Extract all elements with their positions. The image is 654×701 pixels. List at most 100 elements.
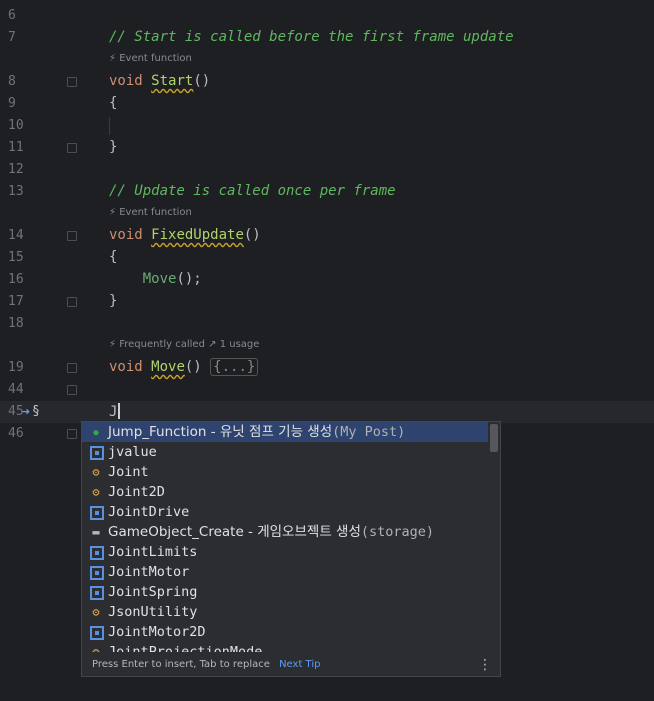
completion-label: JsonUtility xyxy=(108,604,198,620)
completion-item[interactable]: ▬ GameObject_Create - 게임오브젝트 생성(storage) xyxy=(82,522,488,542)
completion-item[interactable]: jvalue xyxy=(82,442,488,462)
completion-item[interactable]: JointLimits xyxy=(82,542,488,562)
completion-popup[interactable]: ✸ Jump_Function - 유닛 점프 기능 생성(My Post) jva… xyxy=(81,421,501,677)
indent-guide xyxy=(109,117,110,135)
class-icon: ⚙ xyxy=(92,605,100,619)
inlay-hint-line[interactable]: ⚡ Event function xyxy=(0,203,654,225)
code-line[interactable]: 7 // Start is called before the first fra… xyxy=(0,27,654,49)
completion-label: Joint2D xyxy=(108,484,165,500)
code-text: void FixedUpdate() xyxy=(109,227,261,243)
line-number: 16 xyxy=(8,272,24,287)
completion-footer: Press Enter to insert, Tab to replace Ne… xyxy=(82,654,500,676)
completion-item[interactable]: ✸ Jump_Function - 유닛 점프 기능 생성(My Post) xyxy=(82,422,488,442)
completion-item[interactable]: JointDrive xyxy=(82,502,488,522)
inlay-hint[interactable]: ⚡ Frequently called ↗ 1 usage xyxy=(109,339,259,350)
code-line[interactable]: 8 void Start() xyxy=(0,71,654,93)
inlay-hint[interactable]: ⚡ Event function xyxy=(109,207,192,218)
code-line[interactable]: 12 xyxy=(0,159,654,181)
code-line[interactable]: 9{ xyxy=(0,93,654,115)
code-line[interactable]: 11} xyxy=(0,137,654,159)
code-text: } xyxy=(109,293,117,309)
code-text: // Start is called before the first fram… xyxy=(109,29,514,45)
line-number: 8 xyxy=(8,74,16,89)
line-number: 15 xyxy=(8,250,24,265)
completion-item[interactable]: ⚙ JsonUtility xyxy=(82,602,488,622)
fold-marker-icon[interactable] xyxy=(67,231,77,241)
completion-label: JointDrive xyxy=(108,504,190,520)
fold-marker-icon[interactable] xyxy=(67,143,77,153)
completion-list[interactable]: ✸ Jump_Function - 유닛 점프 기능 생성(My Post) jva… xyxy=(82,422,488,652)
line-number: 44 xyxy=(8,382,24,397)
inlay-hint[interactable]: ⚡ Event function xyxy=(109,53,192,64)
class-icon: ⚙ xyxy=(92,465,100,479)
brace: } xyxy=(109,293,118,309)
class-icon: ⚙ xyxy=(92,485,100,499)
code-line[interactable]: 16 Move(); xyxy=(0,269,654,291)
completion-item[interactable]: ⚙ Joint2D xyxy=(82,482,488,502)
fold-marker-icon[interactable] xyxy=(67,77,77,87)
folded-region[interactable]: {...} xyxy=(210,358,259,376)
method-name[interactable]: FixedUpdate xyxy=(151,227,244,243)
line-number: 6 xyxy=(8,8,16,23)
code-line[interactable]: 19 void Move() {...} xyxy=(0,357,654,379)
line-number: 13 xyxy=(8,184,24,199)
code-text: { xyxy=(109,249,117,265)
fold-marker-icon[interactable] xyxy=(67,363,77,373)
completion-description: - 게임오브젝트 생성 xyxy=(243,524,361,540)
folder-icon: ▬ xyxy=(92,525,100,539)
footer-hint: Press Enter to insert, Tab to replace xyxy=(92,659,270,670)
code-line[interactable]: 18 xyxy=(0,313,654,335)
completion-scrollbar[interactable] xyxy=(490,424,498,452)
completion-label: jvalue xyxy=(108,444,157,460)
brace: } xyxy=(109,139,118,155)
completion-item[interactable]: JointMotor2D xyxy=(82,622,488,642)
completion-item[interactable]: JointSpring xyxy=(82,582,488,602)
punctuation: (); xyxy=(176,271,202,287)
code-text: void Move() {...} xyxy=(109,358,259,376)
completion-item[interactable]: ⚙ JointProjectionMode xyxy=(82,642,488,652)
more-options-icon[interactable]: ⋮ xyxy=(478,654,492,676)
execution-arrow-icon[interactable]: ➜ xyxy=(22,405,30,420)
inlay-hint-line[interactable]: ⚡ Frequently called ↗ 1 usage xyxy=(0,335,654,357)
method-name[interactable]: Move xyxy=(151,359,185,375)
hint-text: Event function xyxy=(119,53,192,64)
code-line[interactable]: 15 { xyxy=(0,247,654,269)
completion-source: (storage) xyxy=(360,524,435,540)
next-tip-link[interactable]: Next Tip xyxy=(279,659,320,670)
code-line[interactable]: 14 void FixedUpdate() xyxy=(0,225,654,247)
code-line[interactable]: 44 xyxy=(0,379,654,401)
code-line[interactable]: 13 // Update is called once per frame xyxy=(0,181,654,203)
code-line[interactable]: 6 xyxy=(0,5,654,27)
completion-label: JointProjectionMode xyxy=(108,644,263,652)
completion-label: JointMotor2D xyxy=(108,624,206,640)
method-call[interactable]: Move xyxy=(143,271,177,287)
code-line[interactable]: 17} xyxy=(0,291,654,313)
debug-marker-icon[interactable]: § xyxy=(32,404,40,419)
line-number: 11 xyxy=(8,140,24,155)
code-line[interactable]: 10 xyxy=(0,115,654,137)
text-cursor xyxy=(118,403,121,419)
code-text: J xyxy=(109,403,121,420)
fold-marker-icon[interactable] xyxy=(67,297,77,307)
completion-item[interactable]: JointMotor xyxy=(82,562,488,582)
completion-description: - 유닛 점프 기능 생성 xyxy=(206,424,333,440)
fold-marker-icon[interactable] xyxy=(67,385,77,395)
fold-marker-icon[interactable] xyxy=(67,429,77,439)
code-text: void Start() xyxy=(109,73,210,89)
completion-label: JointSpring xyxy=(108,584,198,600)
hint-text: Event function xyxy=(119,207,192,218)
code-text: { xyxy=(109,95,117,111)
usage-hint[interactable]: 1 usage xyxy=(220,339,260,350)
method-name[interactable]: Start xyxy=(151,73,193,89)
keyword: void xyxy=(109,73,143,89)
line-number: 12 xyxy=(8,162,24,177)
comment: // Update is called once per frame xyxy=(109,183,396,199)
keyword: void xyxy=(109,359,143,375)
struct-icon xyxy=(90,506,104,520)
line-number: 9 xyxy=(8,96,16,111)
inlay-hint-line[interactable]: ⚡ Event function xyxy=(0,49,654,71)
completion-item[interactable]: ⚙ Joint xyxy=(82,462,488,482)
punctuation: () xyxy=(243,227,261,243)
code-line[interactable]: 45 ➜ § J xyxy=(0,401,654,423)
struct-icon xyxy=(90,626,104,640)
